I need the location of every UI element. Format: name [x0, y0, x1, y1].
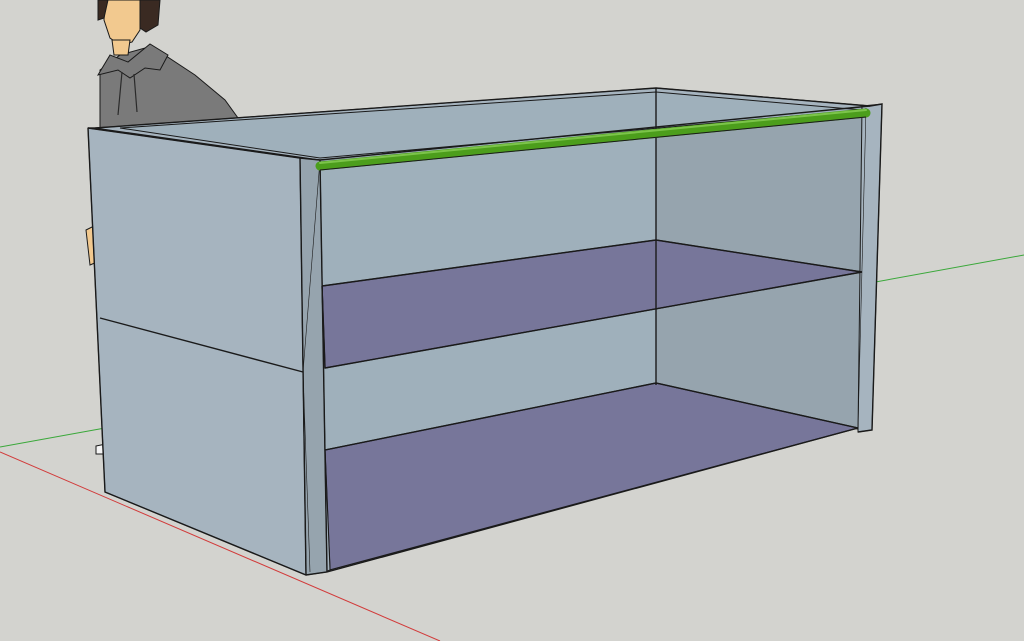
modeling-viewport[interactable]: [0, 0, 1024, 641]
person-neck: [111, 39, 131, 56]
viewport-canvas[interactable]: [0, 0, 1024, 641]
